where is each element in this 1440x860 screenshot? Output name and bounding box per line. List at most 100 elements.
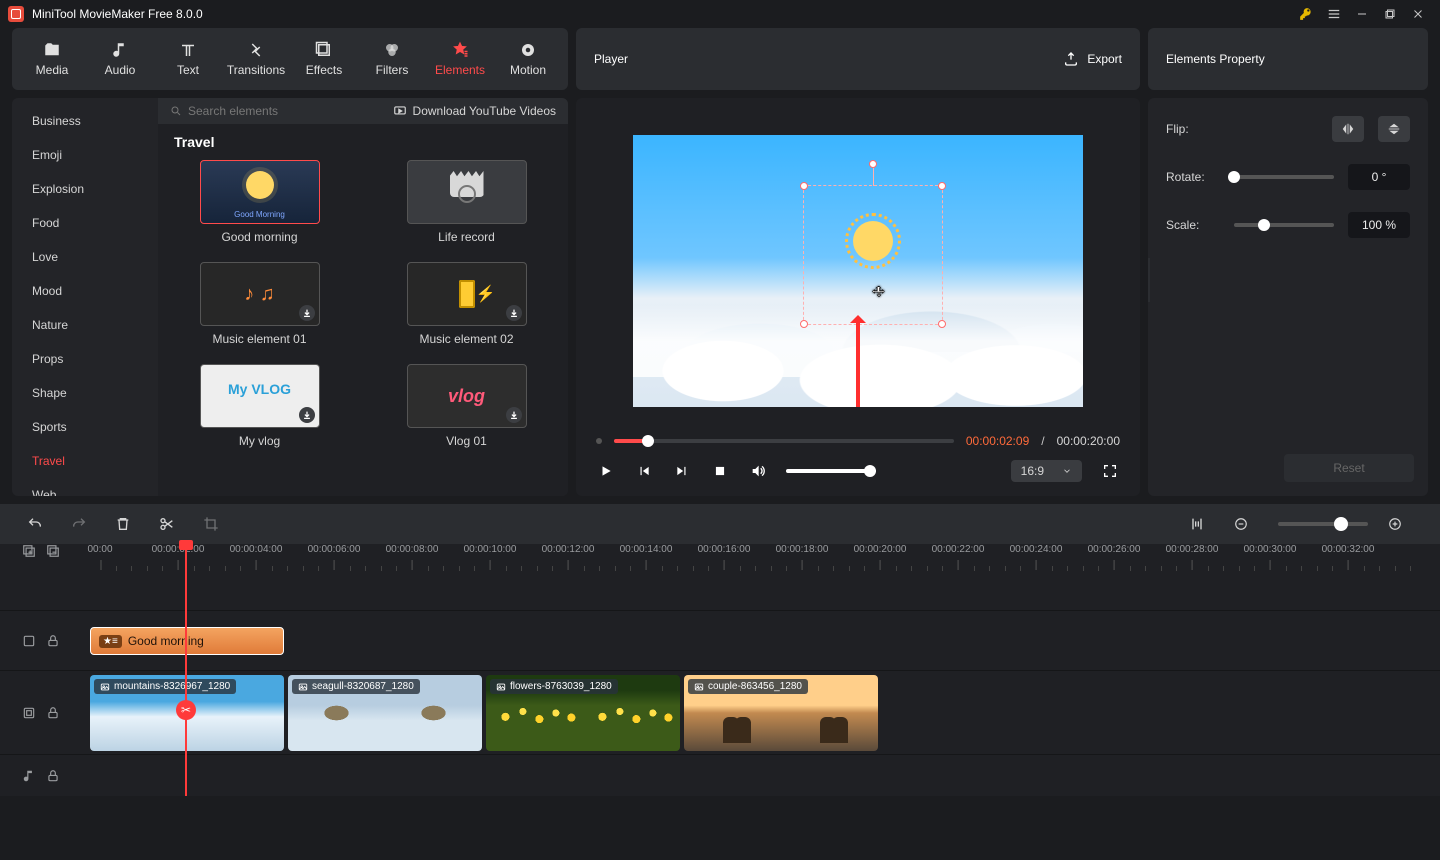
elements-browser: BusinessEmojiExplosionFoodLoveMoodNature… [12, 98, 568, 496]
tab-elements[interactable]: Elements [430, 41, 490, 77]
volume-slider[interactable] [786, 469, 876, 473]
rotate-slider[interactable] [1234, 175, 1334, 179]
tab-audio[interactable]: Audio [90, 41, 150, 77]
download-badge-icon[interactable] [506, 407, 522, 423]
element-card[interactable]: Good MorningGood morning [176, 160, 343, 244]
panel-collapse-toggle[interactable]: › [1148, 258, 1150, 302]
ruler-tick: 00:00:12:00 [542, 544, 595, 555]
play-button[interactable] [596, 461, 616, 481]
lock-icon[interactable] [46, 706, 60, 720]
category-travel[interactable]: Travel [12, 444, 158, 478]
zoom-in-button[interactable] [1378, 510, 1412, 538]
element-card-label: My vlog [239, 434, 280, 448]
element-thumb[interactable] [407, 364, 527, 428]
video-clip[interactable]: seagull-8320687_1280 [288, 675, 482, 751]
download-badge-icon[interactable] [299, 407, 315, 423]
scale-slider[interactable] [1234, 223, 1334, 227]
redo-button[interactable] [62, 510, 96, 538]
category-explosion[interactable]: Explosion [12, 172, 158, 206]
volume-button[interactable] [748, 461, 768, 481]
license-key-icon[interactable] [1292, 0, 1320, 28]
element-thumb[interactable] [200, 262, 320, 326]
close-button[interactable] [1404, 0, 1432, 28]
prev-frame-button[interactable] [634, 461, 654, 481]
element-card[interactable]: Vlog 01 [383, 364, 550, 448]
delete-button[interactable] [106, 510, 140, 538]
time-separator: / [1041, 434, 1044, 448]
add-track-icon[interactable] [22, 544, 36, 558]
maximize-button[interactable] [1376, 0, 1404, 28]
category-mood[interactable]: Mood [12, 274, 158, 308]
tab-filters-label: Filters [376, 63, 409, 77]
aspect-ratio-select[interactable]: 16:9 [1011, 460, 1082, 482]
tab-filters[interactable]: Filters [362, 41, 422, 77]
element-thumb[interactable] [407, 262, 527, 326]
zoom-out-button[interactable] [1224, 510, 1258, 538]
flip-vertical-button[interactable] [1378, 116, 1410, 142]
category-food[interactable]: Food [12, 206, 158, 240]
duration-time: 00:00:20:00 [1057, 434, 1120, 448]
scale-label: Scale: [1166, 218, 1220, 232]
tab-elements-label: Elements [435, 63, 485, 77]
progress-track[interactable] [614, 439, 954, 443]
tab-motion[interactable]: Motion [498, 41, 558, 77]
category-list: BusinessEmojiExplosionFoodLoveMoodNature… [12, 98, 158, 496]
scale-value[interactable]: 100 % [1348, 212, 1410, 238]
tab-text[interactable]: Text [158, 41, 218, 77]
player-viewport[interactable] [576, 98, 1140, 430]
element-thumb[interactable]: Good Morning [200, 160, 320, 224]
audio-track [0, 754, 1440, 796]
download-badge-icon[interactable] [506, 305, 522, 321]
zoom-slider[interactable] [1278, 522, 1368, 526]
undo-button[interactable] [18, 510, 52, 538]
ruler-tick: 00:00:18:00 [776, 544, 829, 555]
video-clip[interactable]: flowers-8763039_1280 [486, 675, 680, 751]
tab-transitions[interactable]: Transitions [226, 41, 286, 77]
menu-icon[interactable] [1320, 0, 1348, 28]
element-card[interactable]: Music element 02 [383, 262, 550, 346]
section-tabs: Media Audio Text Transitions Effects Fil… [12, 28, 568, 90]
progress-start-dot [596, 438, 602, 444]
element-clip[interactable]: ★≡ Good morning [90, 627, 284, 655]
category-shape[interactable]: Shape [12, 376, 158, 410]
export-button[interactable]: Export [1063, 51, 1122, 67]
download-youtube-link[interactable]: Download YouTube Videos [393, 104, 556, 118]
tab-effects[interactable]: Effects [294, 41, 354, 77]
tab-media[interactable]: Media [22, 41, 82, 77]
search-input[interactable]: Search elements [170, 104, 278, 118]
element-card[interactable]: Life record [383, 160, 550, 244]
lock-icon[interactable] [46, 769, 60, 783]
stop-button[interactable] [710, 461, 730, 481]
lock-icon[interactable] [46, 634, 60, 648]
crop-button[interactable] [194, 510, 228, 538]
category-sports[interactable]: Sports [12, 410, 158, 444]
reset-button[interactable]: Reset [1284, 454, 1414, 482]
video-clip[interactable]: mountains-8326967_1280 [90, 675, 284, 751]
category-love[interactable]: Love [12, 240, 158, 274]
category-props[interactable]: Props [12, 342, 158, 376]
element-card[interactable]: Music element 01 [176, 262, 343, 346]
minimize-button[interactable] [1348, 0, 1376, 28]
remove-track-icon[interactable] [46, 544, 60, 558]
category-emoji[interactable]: Emoji [12, 138, 158, 172]
video-track-icon [22, 706, 36, 720]
next-frame-button[interactable] [672, 461, 692, 481]
time-ruler[interactable]: 00:0000:00:02:0000:00:04:0000:00:06:0000… [90, 544, 1440, 582]
element-thumb[interactable] [407, 160, 527, 224]
fullscreen-button[interactable] [1100, 461, 1120, 481]
category-nature[interactable]: Nature [12, 308, 158, 342]
rotate-value[interactable]: 0 ° [1348, 164, 1410, 190]
flip-horizontal-button[interactable] [1332, 116, 1364, 142]
video-clip[interactable]: couple-863456_1280 [684, 675, 878, 751]
element-selection-box[interactable] [803, 185, 943, 325]
category-web[interactable]: Web [12, 478, 158, 496]
split-button[interactable] [150, 510, 184, 538]
auto-fit-button[interactable] [1180, 510, 1214, 538]
element-thumb[interactable] [200, 364, 320, 428]
element-card[interactable]: My vlog [176, 364, 343, 448]
timeline: ✂ 00:0000:00:02:0000:00:04:0000:00:06:00… [0, 544, 1440, 796]
download-badge-icon[interactable] [299, 305, 315, 321]
category-business[interactable]: Business [12, 104, 158, 138]
element-card-label: Vlog 01 [446, 434, 487, 448]
timeline-toolbar [0, 504, 1440, 544]
